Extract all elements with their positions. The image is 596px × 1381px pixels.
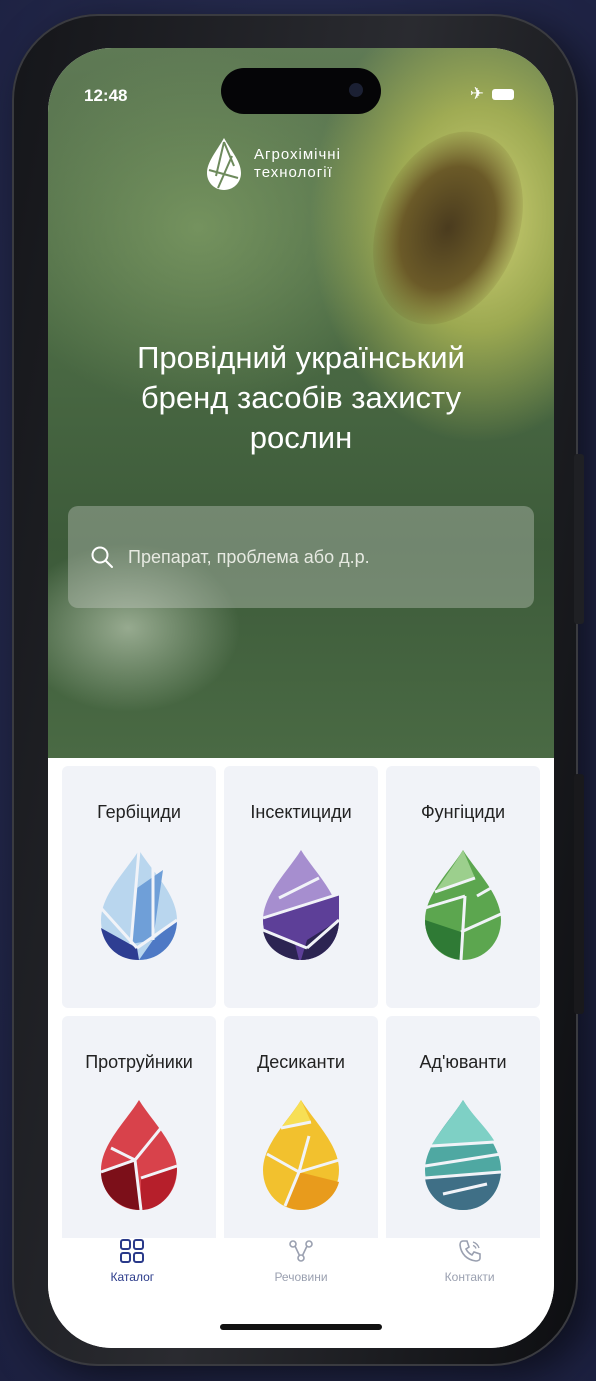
category-label: Інсектициди (250, 802, 352, 822)
leaf-pest-image (345, 109, 551, 347)
category-label: Десиканти (257, 1052, 345, 1072)
brand-line-1: Агрохімічні (254, 146, 341, 163)
category-card-insecticides[interactable]: Інсектициди (224, 766, 378, 1008)
tab-label: Контакти (444, 1270, 495, 1284)
fungicide-drop-icon (424, 850, 502, 961)
category-label: Гербіциди (97, 802, 181, 822)
brand-name: Агрохімічні технології (254, 146, 341, 182)
airplane-icon: ✈ (469, 84, 484, 104)
phone-frame: 12:48 ✈ Агрохімічні технології Провідний… (12, 14, 584, 1366)
grid-icon (120, 1239, 145, 1263)
category-card-adjuvants[interactable]: Ад'юванти (386, 1016, 540, 1258)
seed-treatment-drop-icon (100, 1100, 178, 1211)
headline-line-3: рослин (249, 420, 353, 455)
brand-logo: Агрохімічні технології (204, 136, 341, 192)
brand-line-2: технології (254, 164, 333, 181)
status-time: 12:48 (84, 86, 128, 105)
headline-line-2: бренд засобів захисту (140, 380, 462, 415)
bottom-tab-bar: Каталог Речовини Контакти (48, 1238, 554, 1348)
tab-contacts[interactable]: Контакти (395, 1238, 545, 1348)
search-bar[interactable] (68, 506, 534, 608)
phone-icon (458, 1240, 481, 1262)
status-icons: ✈ (470, 84, 514, 104)
adjuvant-drop-icon (424, 1100, 502, 1210)
power-button (574, 454, 584, 624)
tab-substances[interactable]: Речовини (226, 1238, 376, 1348)
battery-icon (492, 88, 514, 100)
hero-headline: Провідний український бренд засобів захи… (48, 338, 554, 458)
screen: 12:48 ✈ Агрохімічні технології Провідний… (48, 48, 554, 1348)
drop-logo-icon (207, 138, 241, 190)
category-card-fungicides[interactable]: Фунгіциди (386, 766, 540, 1008)
category-card-seed-treatments[interactable]: Протруйники (62, 1016, 216, 1258)
search-icon (91, 546, 113, 568)
herbicide-drop-icon (99, 849, 178, 960)
hero-banner: 12:48 ✈ Агрохімічні технології Провідний… (48, 48, 554, 758)
home-indicator[interactable] (220, 1324, 382, 1330)
camera-icon (349, 83, 363, 97)
tab-label: Речовини (274, 1270, 328, 1284)
molecule-icon (289, 1240, 313, 1262)
search-input[interactable] (126, 545, 510, 569)
headline-line-1: Провідний український (137, 340, 465, 375)
category-grid: Гербіциди Інсектициди Фунгіциди Протруйн… (62, 766, 540, 1258)
tab-label: Каталог (110, 1270, 155, 1284)
side-button (574, 774, 584, 1014)
tab-catalog[interactable]: Каталог (57, 1238, 207, 1348)
desiccant-drop-icon (263, 1100, 340, 1210)
category-label: Ад'юванти (419, 1052, 507, 1072)
category-label: Фунгіциди (420, 802, 506, 822)
category-card-desiccants[interactable]: Десиканти (224, 1016, 378, 1258)
insecticide-drop-icon (262, 850, 340, 960)
dynamic-island (221, 68, 381, 114)
category-card-herbicides[interactable]: Гербіциди (62, 766, 216, 1008)
category-label: Протруйники (85, 1052, 193, 1072)
